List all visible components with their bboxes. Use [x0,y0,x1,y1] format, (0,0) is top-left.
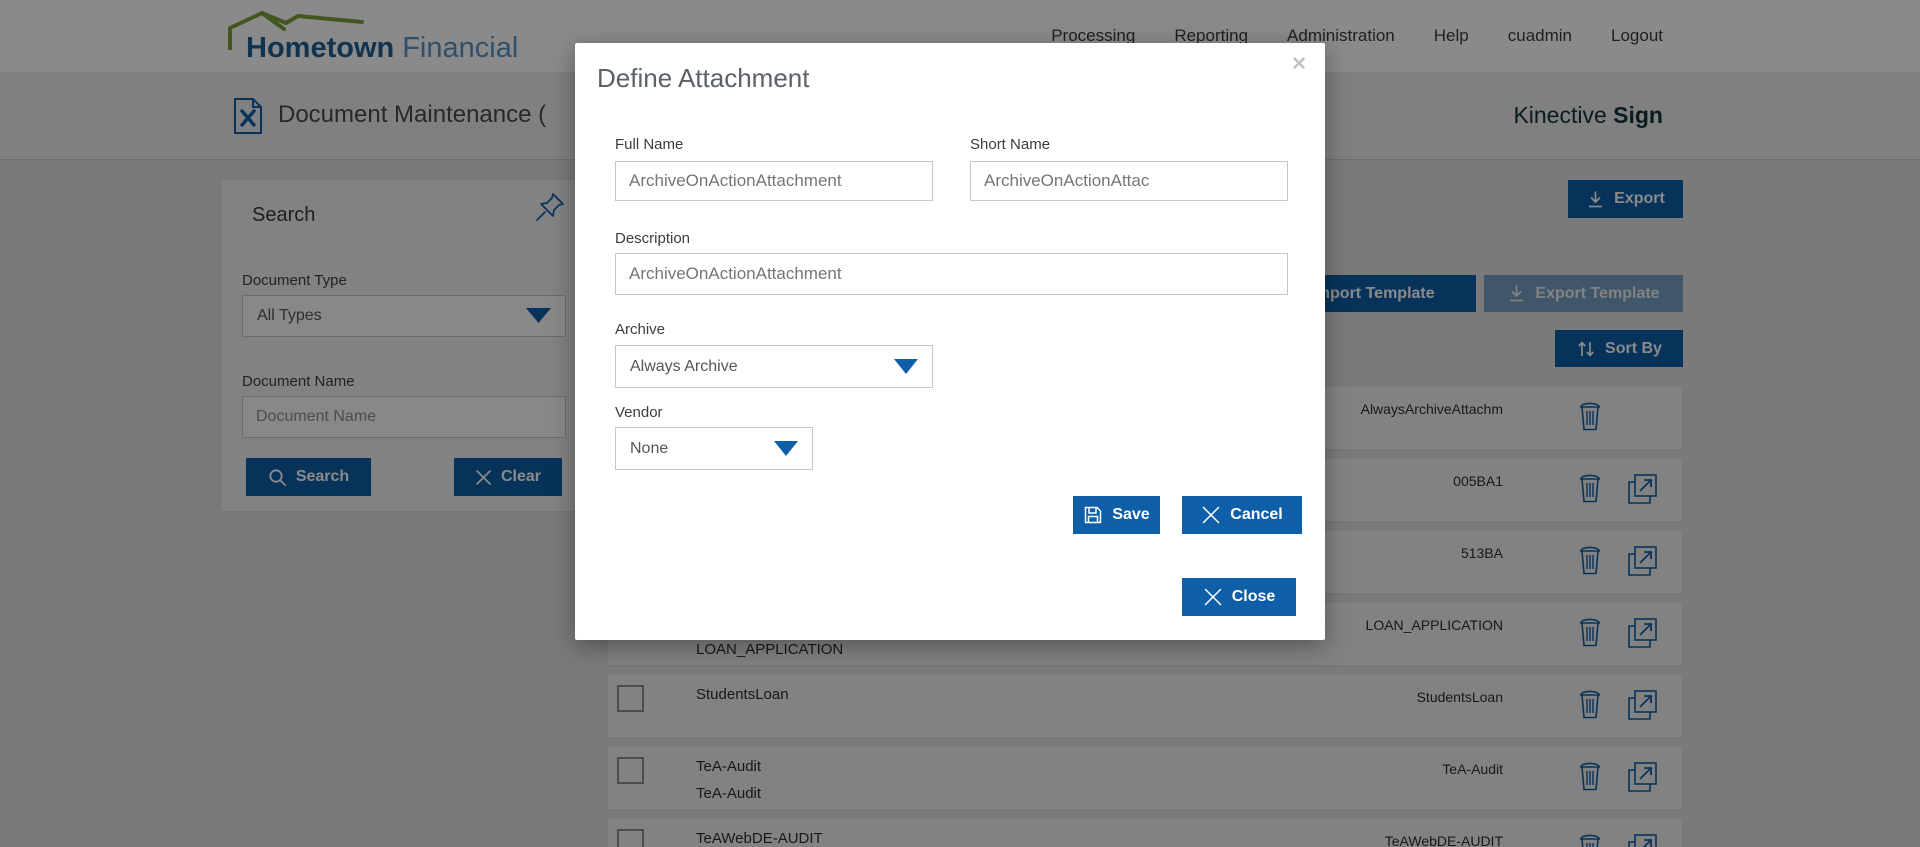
archive-value: Always Archive [630,358,738,376]
full-name-label: Full Name [615,136,683,153]
triangle-down-icon [774,441,798,457]
vendor-select[interactable]: None [615,427,813,470]
floppy-icon [1083,505,1103,525]
vendor-value: None [630,440,668,458]
archive-label: Archive [615,321,665,338]
x-icon [1203,587,1223,607]
description-input[interactable] [615,253,1288,295]
cancel-button[interactable]: Cancel [1182,496,1302,534]
cancel-button-label: Cancel [1230,506,1282,524]
description-label: Description [615,230,690,247]
close-icon[interactable]: ✕ [1291,53,1307,76]
full-name-input[interactable] [615,161,933,201]
vendor-label: Vendor [615,404,663,421]
modal-title: Define Attachment [597,63,809,94]
short-name-input[interactable] [970,161,1288,201]
archive-select[interactable]: Always Archive [615,345,933,388]
close-button-label: Close [1232,588,1276,606]
page: HometownFinancial Processing Reporting A… [0,0,1920,847]
save-button-label: Save [1112,506,1149,524]
define-attachment-modal: Define Attachment ✕ Full Name Short Name… [575,43,1325,640]
short-name-label: Short Name [970,136,1050,153]
triangle-down-icon [894,359,918,375]
x-icon [1201,505,1221,525]
save-button[interactable]: Save [1073,496,1160,534]
close-button[interactable]: Close [1182,578,1296,616]
